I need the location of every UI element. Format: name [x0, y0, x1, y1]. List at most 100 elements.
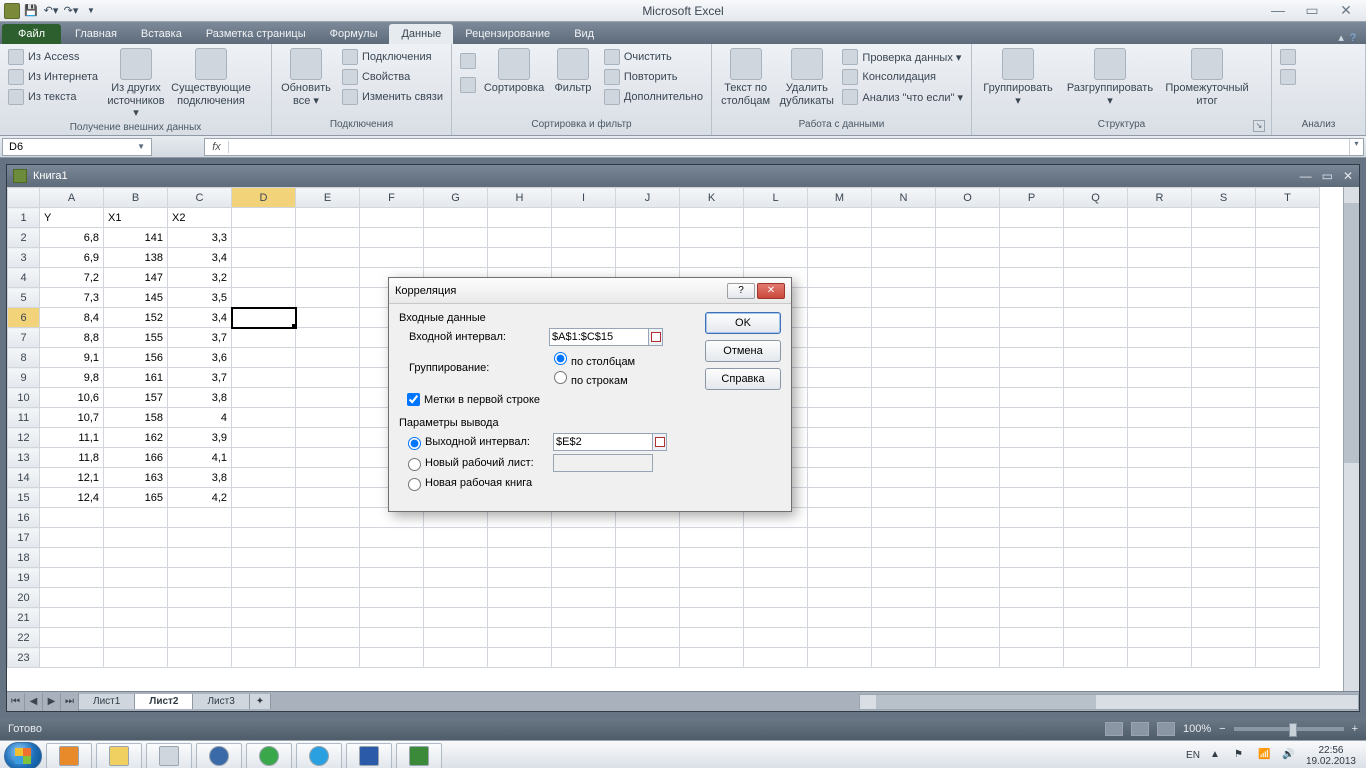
- filter-button[interactable]: Фильтр: [548, 46, 598, 97]
- cell[interactable]: [232, 368, 296, 388]
- cell[interactable]: [1128, 628, 1192, 648]
- cell[interactable]: [1128, 568, 1192, 588]
- column-header[interactable]: L: [744, 188, 808, 208]
- tray-flag-icon[interactable]: ▲: [1210, 749, 1224, 763]
- cell[interactable]: [1128, 308, 1192, 328]
- cell[interactable]: 3,9: [168, 428, 232, 448]
- cell[interactable]: [616, 548, 680, 568]
- row-header[interactable]: 5: [8, 288, 40, 308]
- cell[interactable]: [296, 468, 360, 488]
- cell[interactable]: X1: [104, 208, 168, 228]
- cell[interactable]: X2: [168, 208, 232, 228]
- cell[interactable]: [936, 528, 1000, 548]
- cell[interactable]: [1000, 228, 1064, 248]
- select-all-cell[interactable]: [8, 188, 40, 208]
- cell[interactable]: 9,1: [40, 348, 104, 368]
- help-button[interactable]: Справка: [705, 368, 781, 390]
- row-header[interactable]: 11: [8, 408, 40, 428]
- cell[interactable]: [296, 488, 360, 508]
- cell[interactable]: [1128, 428, 1192, 448]
- cell[interactable]: [1192, 548, 1256, 568]
- cell[interactable]: Y: [40, 208, 104, 228]
- cell[interactable]: 12,4: [40, 488, 104, 508]
- cell[interactable]: [616, 628, 680, 648]
- cell[interactable]: [1000, 348, 1064, 368]
- cell[interactable]: [680, 628, 744, 648]
- cell[interactable]: [232, 208, 296, 228]
- cell[interactable]: [232, 308, 296, 328]
- cell[interactable]: [872, 588, 936, 608]
- cell[interactable]: [680, 228, 744, 248]
- cell[interactable]: [1064, 288, 1128, 308]
- data-analysis-button[interactable]: [1278, 48, 1298, 66]
- data-validation-button[interactable]: Проверка данных ▾: [840, 48, 965, 66]
- row-header[interactable]: 4: [8, 268, 40, 288]
- dialog-close-button[interactable]: ✕: [757, 283, 785, 299]
- cell[interactable]: [1064, 388, 1128, 408]
- cell[interactable]: [1256, 628, 1320, 648]
- cell[interactable]: [424, 228, 488, 248]
- cell[interactable]: [104, 568, 168, 588]
- cell[interactable]: [872, 528, 936, 548]
- cell[interactable]: 162: [104, 428, 168, 448]
- cell[interactable]: [1000, 448, 1064, 468]
- qat-save-button[interactable]: 💾: [22, 2, 40, 20]
- cell[interactable]: 145: [104, 288, 168, 308]
- cell[interactable]: [1256, 408, 1320, 428]
- cell[interactable]: 157: [104, 388, 168, 408]
- cell[interactable]: [936, 448, 1000, 468]
- fx-icon[interactable]: fx: [205, 141, 229, 153]
- cell[interactable]: [744, 548, 808, 568]
- cell[interactable]: [680, 588, 744, 608]
- cell[interactable]: 147: [104, 268, 168, 288]
- cell[interactable]: [936, 268, 1000, 288]
- cell[interactable]: [872, 288, 936, 308]
- cell[interactable]: [232, 568, 296, 588]
- group-button[interactable]: Группировать▾: [976, 46, 1060, 109]
- cell[interactable]: [1192, 448, 1256, 468]
- labels-first-row-checkbox[interactable]: [407, 393, 420, 406]
- cell[interactable]: [232, 488, 296, 508]
- vertical-scrollbar[interactable]: [1343, 187, 1359, 691]
- cell[interactable]: [232, 508, 296, 528]
- cell[interactable]: [1064, 308, 1128, 328]
- sheet-nav-prev[interactable]: ◀: [25, 693, 43, 711]
- cell[interactable]: [1064, 428, 1128, 448]
- cell[interactable]: [104, 528, 168, 548]
- cell[interactable]: [40, 628, 104, 648]
- cell[interactable]: [1192, 308, 1256, 328]
- column-header[interactable]: P: [1000, 188, 1064, 208]
- help-button[interactable]: ?: [1350, 32, 1356, 44]
- cell[interactable]: [168, 588, 232, 608]
- sheet-tab[interactable]: Лист3: [193, 694, 249, 709]
- cell[interactable]: 11,1: [40, 428, 104, 448]
- horizontal-scrollbar[interactable]: [859, 694, 1359, 710]
- cell[interactable]: [232, 388, 296, 408]
- cell[interactable]: [936, 348, 1000, 368]
- cell[interactable]: [232, 288, 296, 308]
- dialog-titlebar[interactable]: Корреляция ? ✕: [389, 278, 791, 304]
- cell[interactable]: [936, 488, 1000, 508]
- sheet-tab[interactable]: Лист1: [79, 694, 135, 709]
- cell[interactable]: [296, 348, 360, 368]
- cell[interactable]: [424, 568, 488, 588]
- cell[interactable]: [936, 568, 1000, 588]
- input-range-picker[interactable]: [649, 328, 663, 346]
- cell[interactable]: 141: [104, 228, 168, 248]
- cell[interactable]: [808, 248, 872, 268]
- cell[interactable]: [1256, 228, 1320, 248]
- view-normal-button[interactable]: [1105, 722, 1123, 736]
- solver-button[interactable]: [1278, 68, 1298, 86]
- cell[interactable]: [1000, 568, 1064, 588]
- cell[interactable]: [936, 228, 1000, 248]
- cell[interactable]: [616, 648, 680, 668]
- zoom-in-button[interactable]: +: [1352, 723, 1358, 735]
- cell[interactable]: [296, 428, 360, 448]
- cell[interactable]: [1064, 208, 1128, 228]
- row-header[interactable]: 18: [8, 548, 40, 568]
- cell[interactable]: [1192, 608, 1256, 628]
- cell[interactable]: [1256, 388, 1320, 408]
- column-header[interactable]: C: [168, 188, 232, 208]
- cell[interactable]: [1064, 508, 1128, 528]
- cell[interactable]: [296, 208, 360, 228]
